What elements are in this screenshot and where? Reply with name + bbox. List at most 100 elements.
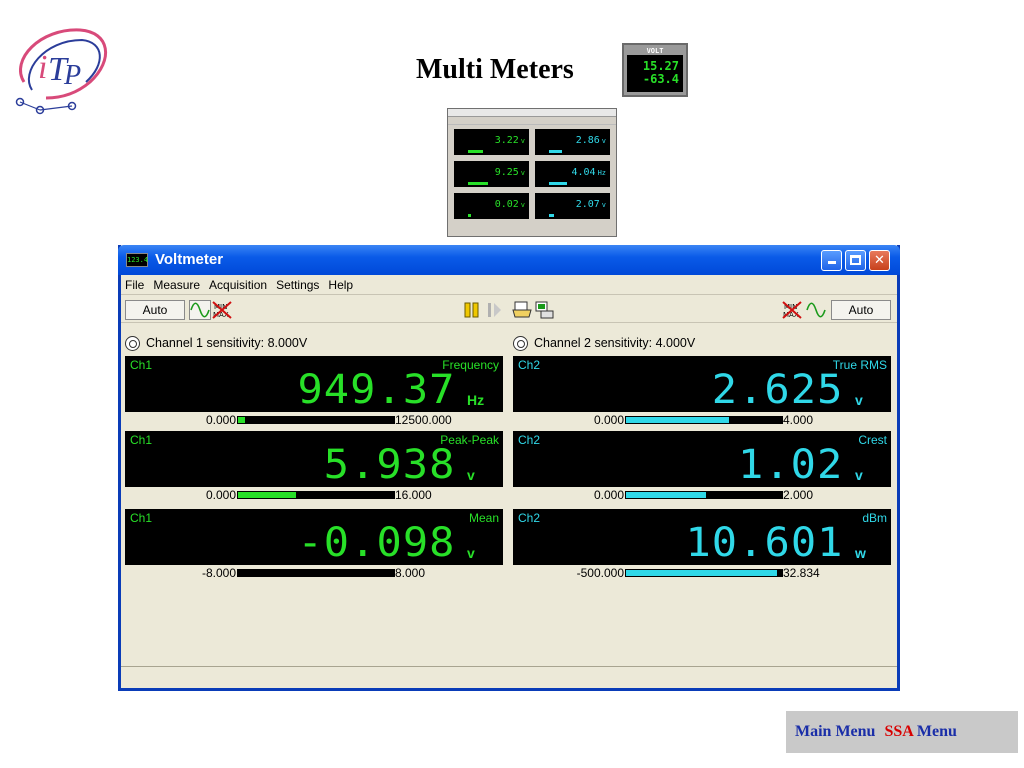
menu-acquisition[interactable]: Acquisition: [209, 278, 267, 292]
meter-channel: Ch1: [130, 433, 153, 447]
thumbnail-toolbar: [448, 117, 616, 125]
scale-fill: [238, 492, 296, 498]
scale-fill: [626, 570, 777, 576]
meter-value: 10.601: [684, 520, 843, 566]
meter-scale: 0.000 12500.000: [125, 414, 503, 428]
meter-value: 2.625: [711, 367, 843, 413]
meter-function: Crest: [858, 433, 887, 447]
svg-text:P: P: [63, 60, 81, 91]
thumbnail-level-bar: [468, 214, 471, 217]
thumbnail-level-bar: [549, 150, 562, 153]
meter-scale: 0.000 16.000: [125, 489, 503, 503]
scale-min: -500.000: [576, 566, 624, 580]
thumbnail-unit: Hz: [597, 169, 606, 177]
scale-min: 0.000: [205, 413, 236, 427]
thumbnail-value: 0.02: [494, 199, 519, 210]
channel2-target-icon[interactable]: [513, 335, 528, 351]
meter-display[interactable]: Ch2 dBm 10.601 w: [513, 509, 891, 565]
scale-fill: [626, 492, 706, 498]
scale-max: 16.000: [395, 488, 432, 502]
close-button[interactable]: ✕: [869, 250, 890, 271]
thumbnail-value: 9.25: [494, 167, 519, 178]
meter-unit: v: [467, 545, 475, 561]
export-icon[interactable]: [533, 300, 555, 320]
scale-bar: [625, 491, 783, 499]
meter-channel: Ch1: [130, 511, 153, 525]
maximize-button[interactable]: [845, 250, 866, 271]
thumbnail-meter: 3.22 v: [454, 129, 529, 155]
menu-file[interactable]: File: [125, 278, 144, 292]
meter-value: 1.02: [737, 442, 843, 488]
menu-measure[interactable]: Measure: [153, 278, 200, 292]
menu-settings[interactable]: Settings: [276, 278, 319, 292]
meter-function: Mean: [468, 511, 499, 525]
meter-unit: Hz: [467, 392, 485, 408]
meter-channel: Ch2: [518, 358, 541, 372]
meter-scale: 0.000 4.000: [513, 414, 891, 428]
meter-display[interactable]: Ch1 Frequency 949.37 Hz: [125, 356, 503, 412]
status-bar: [121, 666, 897, 688]
multimeter-thumbnail: 3.22 v 2.86 v 9.25 v 4.04 Hz 0.02 v 2.07 v: [447, 108, 617, 237]
thumbnail-meter: 2.07 v: [535, 193, 610, 219]
svg-text:i: i: [38, 49, 47, 86]
channel1-target-icon[interactable]: [125, 335, 140, 351]
meter-display[interactable]: Ch1 Peak-Peak 5.938 v: [125, 431, 503, 487]
thumbnail-unit: v: [520, 201, 525, 209]
meter-channel: Ch2: [518, 433, 541, 447]
ch2-auto-button[interactable]: Auto: [831, 300, 891, 320]
pause-icon[interactable]: [461, 300, 483, 320]
menu-bar: File Measure Acquisition Settings Help: [121, 275, 897, 295]
thumbnail-unit: v: [520, 169, 525, 177]
scale-min: -8.000: [201, 566, 236, 580]
meter-scale: 0.000 2.000: [513, 489, 891, 503]
ssa-menu-label: Menu: [912, 723, 957, 740]
scale-bar: [237, 416, 395, 424]
ssa-menu-button[interactable]: SSA Menu: [875, 723, 956, 741]
channel2-header[interactable]: Channel 2 sensitivity: 4.000V: [513, 334, 695, 352]
scale-max: 32.834: [783, 566, 820, 580]
thumbnail-value: 3.22: [494, 135, 519, 146]
thumbnail-meter: 9.25 v: [454, 161, 529, 187]
minimize-button[interactable]: [821, 250, 842, 271]
meter-unit: v: [855, 467, 863, 483]
meter-display[interactable]: Ch1 Mean -0.098 v: [125, 509, 503, 565]
scale-min: 0.000: [205, 488, 236, 502]
thumbnail-meter: 2.86 v: [535, 129, 610, 155]
thumbnail-value: 2.07: [575, 199, 600, 210]
channel1-header[interactable]: Channel 1 sensitivity: 8.000V: [125, 334, 307, 352]
scale-max: 8.000: [395, 566, 426, 580]
menu-help[interactable]: Help: [328, 278, 353, 292]
thumbnail-unit: v: [601, 201, 606, 209]
icon-value-2: -63.4: [642, 72, 679, 86]
meter-unit: v: [855, 392, 863, 408]
thumbnail-value: 4.04: [571, 167, 596, 178]
close-icon: ✕: [874, 253, 885, 268]
ch1-minmax-icon[interactable]: MIN MAX: [211, 300, 233, 320]
print-icon[interactable]: [511, 300, 533, 320]
minimize-icon: [827, 261, 836, 264]
thumbnail-meter: 4.04 Hz: [535, 161, 610, 187]
icon-value-1: 15.27: [642, 59, 679, 73]
volt-label: VOLT: [627, 47, 683, 55]
thumbnail-level-bar: [468, 150, 483, 153]
ch1-waveform-icon[interactable]: [189, 300, 211, 320]
ch1-auto-button[interactable]: Auto: [125, 300, 185, 320]
thumbnail-level-bar: [549, 182, 567, 185]
meter-channel: Ch2: [518, 511, 541, 525]
scale-min: 0.000: [593, 488, 624, 502]
ch2-minmax-icon[interactable]: MIN MAX: [781, 300, 803, 320]
navigation-bar: Main Menu SSA Menu: [786, 711, 1018, 753]
page-title: Multi Meters: [416, 54, 574, 85]
ch2-waveform-icon[interactable]: [805, 300, 827, 320]
channel2-sensitivity: Channel 2 sensitivity: 4.000V: [534, 336, 696, 350]
thumbnail-level-bar: [468, 182, 488, 185]
meter-display[interactable]: Ch2 Crest 1.02 v: [513, 431, 891, 487]
meter-display[interactable]: Ch2 True RMS 2.625 v: [513, 356, 891, 412]
main-menu-button[interactable]: Main Menu: [786, 723, 875, 741]
step-icon[interactable]: [483, 300, 505, 320]
window-titlebar[interactable]: 123.4 Voltmeter ✕: [118, 245, 900, 275]
scale-bar: [237, 569, 395, 577]
meter-scale: -8.000 8.000: [125, 567, 503, 581]
channel1-sensitivity: Channel 1 sensitivity: 8.000V: [146, 336, 308, 350]
thumbnail-unit: v: [520, 137, 525, 145]
